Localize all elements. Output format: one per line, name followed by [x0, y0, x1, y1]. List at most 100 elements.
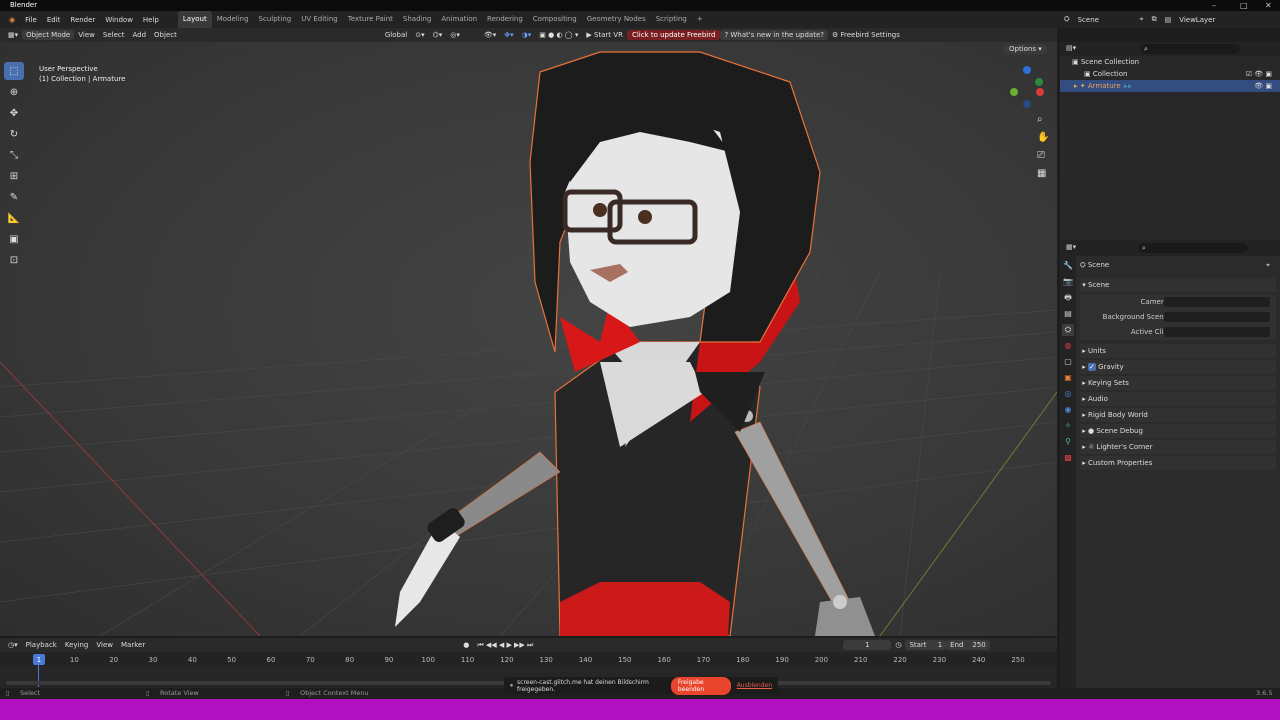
pivot-icon[interactable]: ⊙▾: [411, 31, 428, 39]
extra-tool-icon[interactable]: ⊡: [4, 251, 24, 269]
add-cube-tool-icon[interactable]: ▣: [4, 230, 24, 248]
units-section[interactable]: ▸ Units: [1080, 344, 1276, 358]
options-dropdown[interactable]: Options ▾: [1004, 44, 1047, 54]
output-tab-icon[interactable]: 🖶: [1062, 292, 1074, 304]
3d-viewport[interactable]: [0, 42, 1057, 636]
tab-uv-editing[interactable]: UV Editing: [296, 11, 343, 28]
character-armature[interactable]: [395, 51, 875, 636]
move-tool-icon[interactable]: ✥: [4, 104, 24, 122]
pan-hand-icon[interactable]: ✋: [1037, 132, 1049, 143]
tab-shading[interactable]: Shading: [398, 11, 436, 28]
render-tab-icon[interactable]: 📷: [1062, 276, 1074, 288]
gravity-checkbox[interactable]: ✓: [1087, 363, 1096, 371]
timeline-editor-icon[interactable]: ◷▾: [4, 641, 22, 649]
menu-file[interactable]: File: [20, 16, 42, 24]
blender-logo-icon[interactable]: ◉: [4, 16, 20, 24]
menu-marker[interactable]: Marker: [117, 641, 149, 649]
stop-sharing-button[interactable]: Freigabe beenden: [670, 676, 731, 695]
lighters-corner-section[interactable]: ▸ ☼ Lighter's Corner: [1080, 440, 1276, 454]
outliner-item-scene-collection[interactable]: ▣ Scene Collection: [1060, 56, 1280, 68]
tab-modeling[interactable]: Modeling: [212, 11, 254, 28]
proportional-edit-icon[interactable]: ◎▾: [446, 31, 464, 39]
view-layer-tab-icon[interactable]: ▤: [1062, 308, 1074, 320]
scene-panel-header[interactable]: ▾ Scene: [1080, 278, 1276, 292]
keying-sets-section[interactable]: ▸ Keying Sets: [1080, 376, 1276, 390]
minimize-icon[interactable]: –: [1212, 0, 1216, 11]
tab-texture-paint[interactable]: Texture Paint: [343, 11, 398, 28]
measure-tool-icon[interactable]: 📐: [4, 209, 24, 227]
armature-visibility-icons[interactable]: 👁 ▣: [1254, 80, 1272, 92]
ortho-grid-icon[interactable]: ▦: [1037, 168, 1046, 179]
world-tab-icon[interactable]: ◍: [1062, 340, 1074, 352]
menu-select[interactable]: Select: [99, 31, 129, 39]
tab-animation[interactable]: Animation: [436, 11, 482, 28]
bone-tab-icon[interactable]: ⚲: [1062, 436, 1074, 448]
tab-rendering[interactable]: Rendering: [482, 11, 528, 28]
outliner-item-armature[interactable]: ▸ ✦ Armature ⚹⚹ 👁 ▣: [1060, 80, 1280, 92]
record-icon[interactable]: ●: [459, 641, 473, 649]
close-icon[interactable]: ✕: [1265, 0, 1272, 11]
select-box-tool-icon[interactable]: ⬚: [4, 62, 24, 80]
maximize-icon[interactable]: □: [1240, 0, 1248, 11]
tool-tab-icon[interactable]: 🔧: [1062, 260, 1074, 272]
physics-tab-icon[interactable]: ◉: [1062, 404, 1074, 416]
transform-tool-icon[interactable]: ⊞: [4, 167, 24, 185]
snap-icon[interactable]: ⌬▾: [429, 31, 447, 39]
new-scene-icon[interactable]: ⧉: [1148, 15, 1161, 24]
texture-tab-icon[interactable]: ▩: [1062, 452, 1074, 464]
gravity-section[interactable]: ▸ ✓ Gravity: [1080, 360, 1276, 374]
tab-geometry-nodes[interactable]: Geometry Nodes: [582, 11, 651, 28]
pin-icon[interactable]: ⌖: [1136, 15, 1148, 24]
current-frame-field[interactable]: 1: [843, 640, 892, 650]
scene-tab-icon[interactable]: ⛭: [1062, 324, 1074, 336]
menu-playback[interactable]: Playback: [22, 641, 61, 649]
tab-sculpting[interactable]: Sculpting: [254, 11, 297, 28]
start-vr-button[interactable]: ▶ Start VR: [582, 31, 627, 39]
menu-window[interactable]: Window: [100, 16, 138, 24]
view-layer-name[interactable]: ViewLayer: [1175, 16, 1245, 24]
tab-scripting[interactable]: Scripting: [651, 11, 692, 28]
freebird-update-button[interactable]: Click to update Freebird: [626, 30, 721, 40]
freebird-settings-button[interactable]: ⚙ Freebird Settings: [828, 31, 904, 39]
menu-edit[interactable]: Edit: [42, 16, 66, 24]
hide-share-link[interactable]: Ausblenden: [737, 682, 772, 689]
scene-name[interactable]: Scene: [1074, 16, 1136, 24]
whats-new-button[interactable]: ? What's new in the update?: [720, 30, 828, 40]
audio-section[interactable]: ▸ Audio: [1080, 392, 1276, 406]
navigation-gizmo[interactable]: ⌕ ✋ ⎚ ▦: [1005, 62, 1055, 182]
orientation-dropdown[interactable]: Global: [381, 31, 411, 39]
menu-keying[interactable]: Keying: [61, 641, 93, 649]
add-workspace-button[interactable]: +: [692, 11, 708, 28]
scene-debug-section[interactable]: ▸ ● Scene Debug: [1080, 424, 1276, 438]
scale-tool-icon[interactable]: ⤡: [4, 146, 24, 164]
start-frame-field[interactable]: Start 1: [905, 640, 947, 650]
end-frame-field[interactable]: End 250: [946, 640, 990, 650]
data-tab-icon[interactable]: ✧: [1062, 420, 1074, 432]
rotate-tool-icon[interactable]: ↻: [4, 125, 24, 143]
annotate-tool-icon[interactable]: ✎: [4, 188, 24, 206]
properties-search-icon[interactable]: ⌕: [1138, 243, 1248, 253]
shading-modes-icon[interactable]: ▣ ● ◐ ◯ ▾: [535, 31, 582, 39]
tab-layout[interactable]: Layout: [177, 11, 212, 28]
object-tab-icon[interactable]: ▣: [1062, 372, 1074, 384]
properties-type-icon[interactable]: ▦▾: [1066, 243, 1076, 251]
camera-field[interactable]: [1164, 297, 1270, 307]
zoom-icon[interactable]: ⌕: [1037, 114, 1043, 125]
mode-dropdown[interactable]: Object Mode: [22, 30, 75, 40]
menu-help[interactable]: Help: [138, 16, 164, 24]
menu-view[interactable]: View: [74, 31, 99, 39]
outliner-search-icon[interactable]: ⌕: [1140, 44, 1240, 54]
menu-timeline-view[interactable]: View: [92, 641, 117, 649]
collection-visibility-icons[interactable]: ☑ 👁 ▣: [1246, 68, 1272, 80]
menu-add[interactable]: Add: [128, 31, 150, 39]
background-scene-field[interactable]: [1164, 312, 1270, 322]
cursor-tool-icon[interactable]: ⊕: [4, 83, 24, 101]
editor-type-icon[interactable]: ▦▾: [4, 31, 22, 39]
collection-tab-icon[interactable]: ▢: [1062, 356, 1074, 368]
gizmo-icon[interactable]: ✥▾: [500, 31, 517, 39]
outliner-type-icon[interactable]: ▤▾: [1066, 42, 1076, 54]
custom-properties-section[interactable]: ▸ Custom Properties: [1080, 456, 1276, 470]
menu-render[interactable]: Render: [65, 16, 100, 24]
overlay-icon[interactable]: ◑▾: [518, 31, 536, 39]
pin-icon[interactable]: ⌖: [1266, 258, 1270, 272]
